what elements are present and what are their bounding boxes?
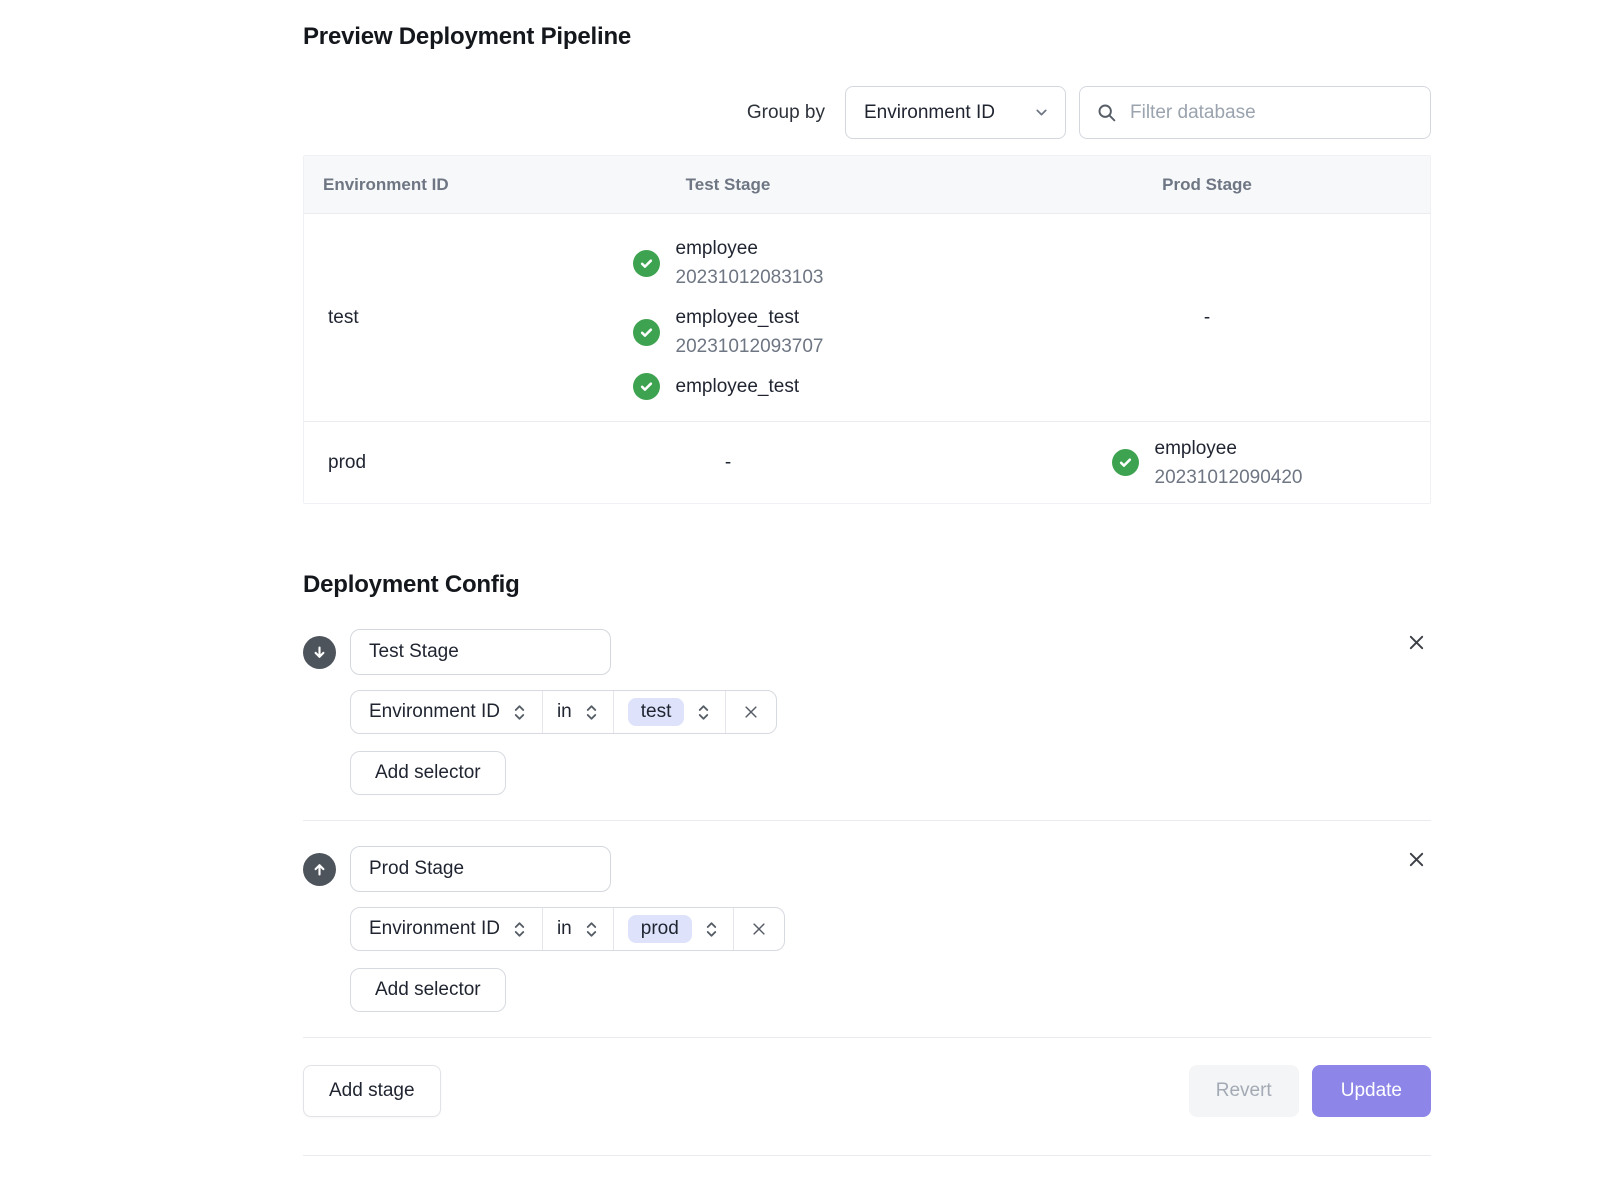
arrow-down-circle-icon — [303, 636, 336, 669]
bottom-divider — [303, 1155, 1431, 1156]
updown-chevron-icon — [512, 702, 527, 723]
updown-chevron-icon — [696, 702, 711, 723]
updown-chevron-icon — [584, 702, 599, 723]
prod-stage-cell: employee 20231012090420 — [984, 422, 1430, 503]
selector-key-value: Environment ID — [369, 701, 500, 723]
revert-button[interactable]: Revert — [1189, 1065, 1299, 1117]
pipeline-table: Environment ID Test Stage Prod Stage tes… — [303, 155, 1431, 504]
selector-operator-select[interactable]: in — [542, 908, 613, 950]
selector-key-value: Environment ID — [369, 918, 500, 940]
task-version: 20231012093707 — [676, 332, 824, 361]
add-selector-button[interactable]: Add selector — [350, 751, 506, 795]
selector-value-pill: test — [628, 698, 685, 726]
test-stage-task-list: employee 20231012083103 employee_test 20… — [633, 214, 824, 421]
arrow-up-circle-icon — [303, 853, 336, 886]
pipeline-toolbar: Group by Environment ID — [303, 86, 1431, 139]
deployment-config-title: Deployment Config — [303, 571, 1431, 599]
environment-id-cell: test — [304, 214, 472, 421]
success-check-icon — [1112, 449, 1139, 476]
chevron-down-icon — [1033, 104, 1050, 121]
test-stage-cell: employee 20231012083103 employee_test 20… — [472, 214, 984, 421]
selector-value-select[interactable]: test — [613, 691, 726, 733]
add-stage-button[interactable]: Add stage — [303, 1065, 441, 1117]
selector-value-select[interactable]: prod — [613, 908, 733, 950]
table-row: prod - employee 20231012090420 — [304, 422, 1430, 503]
stage-config-prod: Environment ID in prod — [303, 846, 1431, 1012]
task-item[interactable]: employee 20231012090420 — [1112, 434, 1303, 492]
task-database-name: employee — [1155, 434, 1303, 463]
selector-operator-value: in — [557, 918, 572, 940]
selector-value-pill: prod — [628, 915, 692, 943]
environment-id-cell: prod — [304, 422, 472, 503]
pipeline-table-header: Environment ID Test Stage Prod Stage — [304, 156, 1430, 214]
group-by-selected-value: Environment ID — [864, 102, 995, 124]
page-title: Preview Deployment Pipeline — [303, 23, 1431, 51]
task-database-name: employee — [676, 234, 824, 263]
search-icon — [1096, 102, 1117, 123]
selector-key-select[interactable]: Environment ID — [351, 908, 542, 950]
add-selector-button[interactable]: Add selector — [350, 968, 506, 1012]
stage-name-input[interactable] — [350, 846, 611, 892]
test-stage-cell-empty: - — [472, 422, 984, 503]
success-check-icon — [633, 319, 660, 346]
remove-selector-button[interactable] — [733, 908, 784, 950]
task-item[interactable]: employee_test 20231012093707 — [633, 303, 824, 361]
search-input[interactable] — [1128, 101, 1414, 125]
stage-divider — [303, 820, 1431, 821]
main-content: Preview Deployment Pipeline Group by Env… — [303, 0, 1431, 1156]
selector-key-select[interactable]: Environment ID — [351, 691, 542, 733]
table-row: test employee 20231012083103 — [304, 214, 1430, 422]
filter-database-search[interactable] — [1079, 86, 1431, 139]
prod-stage-cell-empty: - — [984, 214, 1430, 421]
remove-selector-button[interactable] — [725, 691, 776, 733]
config-footer: Add stage Revert Update — [303, 1065, 1431, 1117]
task-database-name: employee_test — [676, 303, 824, 332]
selector-rule: Environment ID in test — [350, 690, 777, 734]
group-by-select[interactable]: Environment ID — [845, 86, 1066, 139]
remove-stage-button[interactable] — [1402, 845, 1431, 874]
task-database-name: employee_test — [676, 372, 800, 401]
task-item[interactable]: employee 20231012083103 — [633, 234, 824, 292]
column-header-environment-id: Environment ID — [304, 175, 472, 195]
remove-stage-button[interactable] — [1402, 628, 1431, 657]
stage-name-input[interactable] — [350, 629, 611, 675]
group-by-label: Group by — [747, 102, 825, 124]
updown-chevron-icon — [584, 919, 599, 940]
task-version: 20231012083103 — [676, 263, 824, 292]
task-version: 20231012090420 — [1155, 463, 1303, 492]
updown-chevron-icon — [512, 919, 527, 940]
column-header-test-stage: Test Stage — [472, 175, 984, 195]
success-check-icon — [633, 373, 660, 400]
success-check-icon — [633, 250, 660, 277]
column-header-prod-stage: Prod Stage — [984, 175, 1430, 195]
task-item[interactable]: employee_test — [633, 372, 800, 401]
footer-divider — [303, 1037, 1431, 1038]
update-button[interactable]: Update — [1312, 1065, 1431, 1117]
selector-rule: Environment ID in prod — [350, 907, 785, 951]
selector-operator-select[interactable]: in — [542, 691, 613, 733]
updown-chevron-icon — [704, 919, 719, 940]
stage-config-test: Environment ID in test — [303, 629, 1431, 795]
selector-operator-value: in — [557, 701, 572, 723]
